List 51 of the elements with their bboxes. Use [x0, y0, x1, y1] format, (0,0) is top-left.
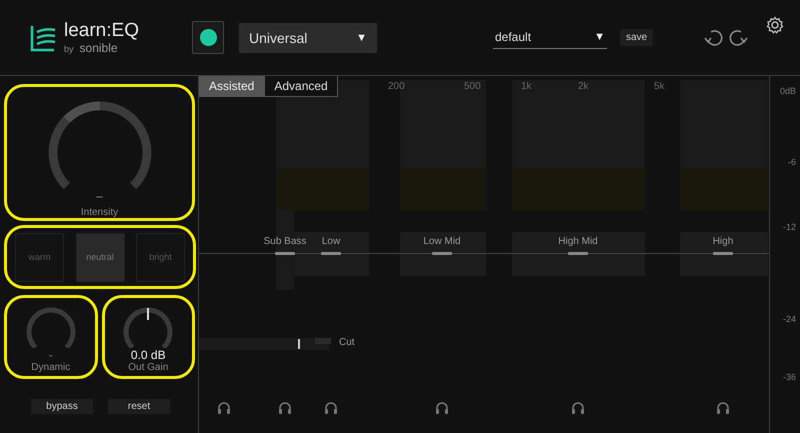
db-label: -6: [788, 157, 796, 167]
band-slider-handle[interactable]: [713, 252, 733, 255]
mode-tab[interactable]: Assisted: [199, 76, 264, 97]
band-name: High: [712, 236, 734, 247]
db-label: -24: [782, 314, 796, 324]
frequency-label: 500: [464, 81, 481, 92]
mode-tab[interactable]: Advanced: [264, 76, 338, 97]
db-label: 0dB: [780, 86, 796, 96]
out-gain-label: Out Gain: [128, 362, 168, 373]
band-name: Sub Bass: [264, 236, 306, 247]
headphones-icon[interactable]: [324, 401, 338, 414]
intensity-value: –: [96, 189, 103, 203]
cut-label: Cut: [339, 337, 355, 348]
band-slider-handle[interactable]: [275, 252, 295, 255]
undo-icon[interactable]: [704, 28, 724, 46]
intensity-label: Intensity: [80, 207, 118, 218]
cut-indicator: [315, 338, 331, 344]
by-text: by: [64, 44, 74, 54]
headphones-icon[interactable]: [278, 401, 292, 414]
band-slider-handle[interactable]: [321, 252, 341, 255]
dynamic-label: Dynamic: [31, 362, 70, 373]
band-name: High Mid: [558, 236, 598, 247]
reset-button[interactable]: reset: [108, 399, 170, 414]
frequency-label: 1k: [521, 81, 532, 92]
headphones-icon[interactable]: [435, 401, 449, 414]
db-label: -36: [782, 372, 796, 382]
db-label: -12: [782, 222, 796, 232]
cut-slider[interactable]: [199, 338, 329, 350]
out-gain-value: 0.0 dB: [130, 348, 166, 362]
profile-dropdown[interactable]: Universal ▼: [239, 22, 377, 52]
band-name: Low: [322, 236, 340, 247]
redo-icon[interactable]: [728, 28, 748, 46]
settings-icon[interactable]: [766, 16, 784, 34]
save-button[interactable]: save: [620, 29, 654, 46]
frequency-label: 5k: [654, 81, 665, 92]
cut-slider-handle[interactable]: [298, 339, 300, 349]
band-slider-handle[interactable]: [568, 252, 588, 255]
headphones-icon[interactable]: [716, 401, 730, 414]
bypass-button[interactable]: bypass: [31, 399, 93, 414]
headphones-icon[interactable]: [571, 401, 585, 414]
brand-name: sonible: [80, 40, 118, 54]
frequency-label: 200: [388, 81, 405, 92]
logo-icon: [30, 24, 56, 52]
band-slider-handle[interactable]: [432, 252, 452, 255]
headphones-icon[interactable]: [217, 401, 231, 414]
preset-dropdown[interactable]: default ▼: [493, 26, 607, 48]
frequency-label: 2k: [578, 81, 589, 92]
band-name: Low Mid: [423, 236, 461, 247]
dynamic-value: -: [48, 348, 53, 362]
power-button[interactable]: [192, 21, 224, 54]
product-name: learn:EQ: [64, 20, 139, 40]
